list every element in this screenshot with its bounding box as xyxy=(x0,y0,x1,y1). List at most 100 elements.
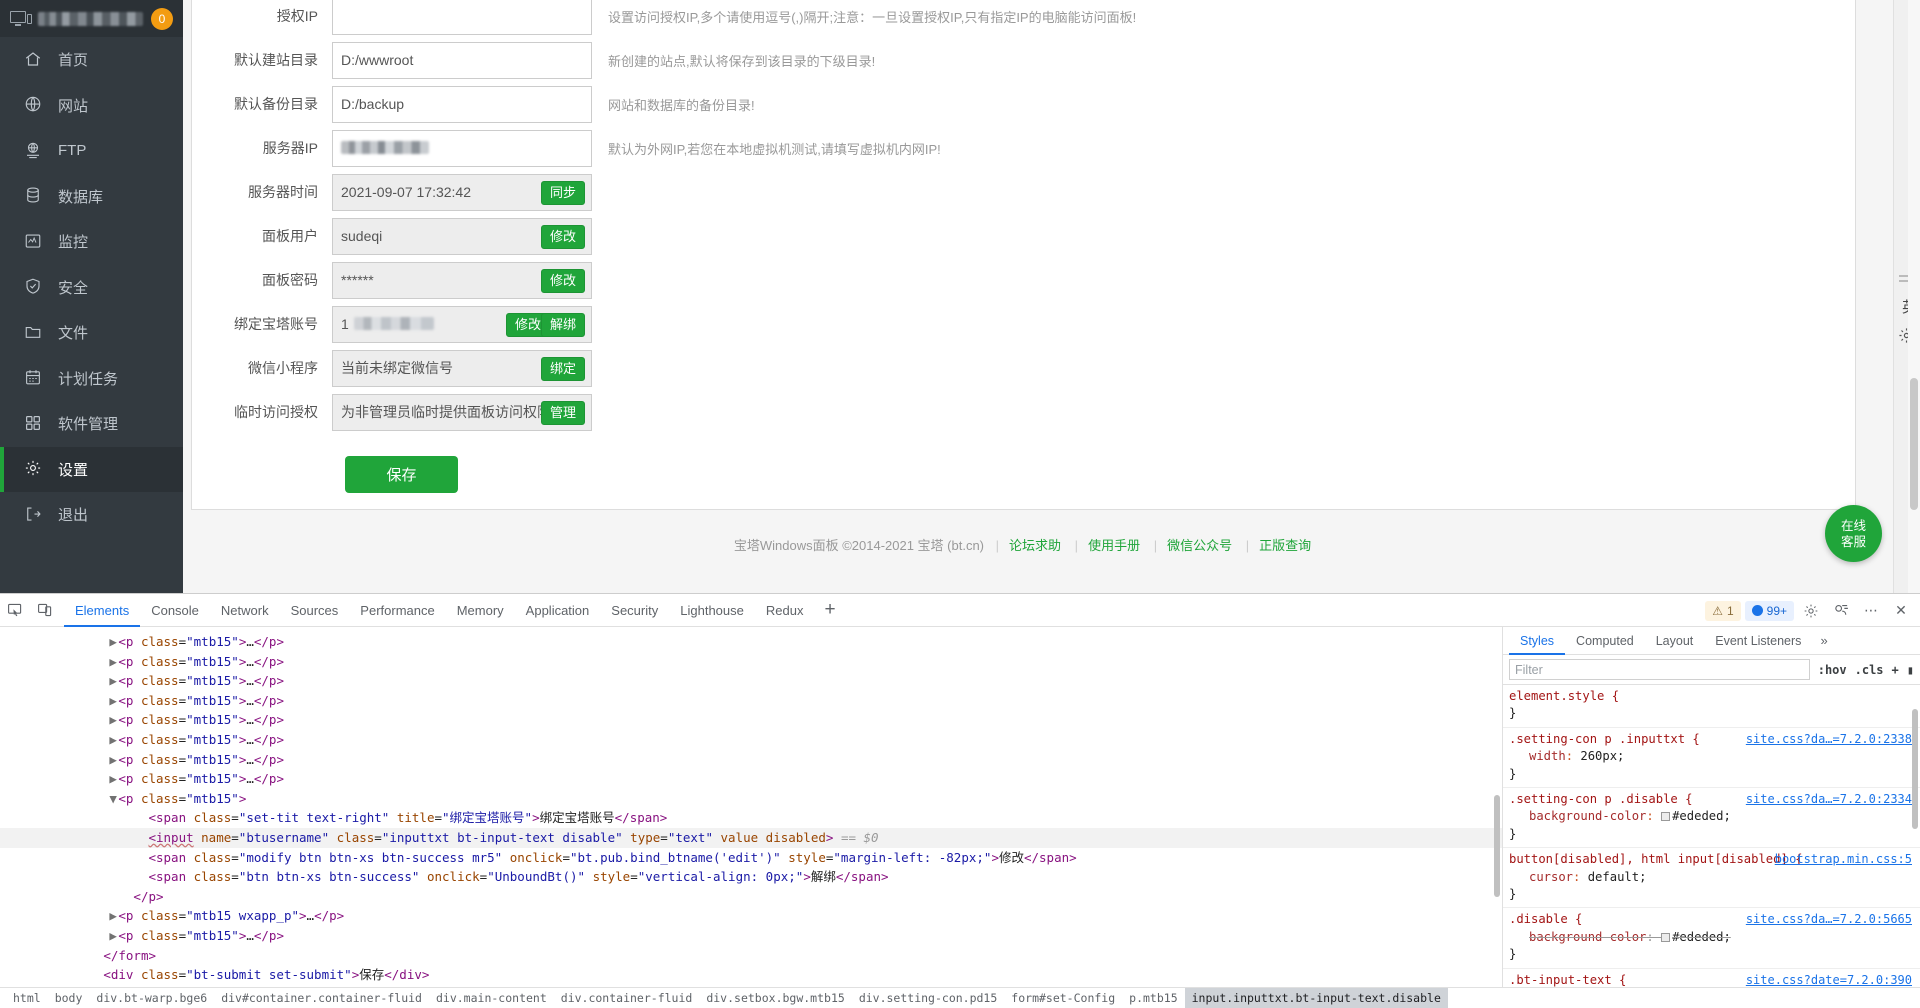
cls-button[interactable]: .cls xyxy=(1855,663,1884,677)
sidebar-item-5[interactable]: 监控 xyxy=(0,219,183,265)
devtools-tab-redux[interactable]: Redux xyxy=(755,594,815,627)
dom-node[interactable]: <span class="modify btn btn-xs btn-succe… xyxy=(0,848,1502,868)
field-button-解绑[interactable]: 解绑 xyxy=(540,312,585,337)
breadcrumb-item-5[interactable]: div.main-content xyxy=(429,988,554,1008)
dom-node[interactable]: ▶<p class="mtb15">…</p> xyxy=(0,671,1502,691)
field-button-管理[interactable]: 管理 xyxy=(540,400,585,425)
online-support-button[interactable]: 在线 客服 xyxy=(1825,505,1882,562)
dom-tree-scrollbar-thumb[interactable] xyxy=(1494,795,1500,897)
dom-tree[interactable]: ▶<p class="mtb15">…</p> ▶<p class="mtb15… xyxy=(0,627,1503,987)
devtools-tab-security[interactable]: Security xyxy=(600,594,669,627)
hov-button[interactable]: :hov xyxy=(1818,663,1847,677)
dom-node[interactable]: ▶<p class="mtb15">…</p> xyxy=(0,730,1502,750)
field-button-修改[interactable]: 修改 xyxy=(540,268,585,293)
dom-node[interactable]: ▶<p class="mtb15">…</p> xyxy=(0,691,1502,711)
style-property[interactable]: background-color: #ededed; xyxy=(1509,929,1914,946)
style-rule-6[interactable]: .bt-input-text {border: ▶ 1px solid #ccc… xyxy=(1503,969,1920,987)
field-button-绑定[interactable]: 绑定 xyxy=(540,356,585,381)
breadcrumb-item-4[interactable]: div#container.container-fluid xyxy=(214,988,429,1008)
sidebar-item-6[interactable]: 安全 xyxy=(0,265,183,311)
dom-node[interactable]: <span class="btn btn-xs btn-success" onc… xyxy=(0,867,1502,887)
sidebar-item-2[interactable]: 网站 xyxy=(0,83,183,129)
dom-node[interactable]: </p> xyxy=(0,887,1502,907)
dom-node[interactable]: ▶<p class="mtb15">…</p> xyxy=(0,769,1502,789)
close-devtools-icon[interactable]: ✕ xyxy=(1888,598,1914,624)
dom-node[interactable]: </form> xyxy=(0,946,1502,966)
devtools-tab-application[interactable]: Application xyxy=(515,594,601,627)
style-source-link[interactable]: bootstrap.min.css:5 xyxy=(1775,851,1912,868)
footer-link-license[interactable]: 正版查询 xyxy=(1259,538,1311,553)
breadcrumb-item-11[interactable]: input.inputtxt.bt-input-text.disable xyxy=(1184,987,1448,1008)
devtools-tab-lighthouse[interactable]: Lighthouse xyxy=(669,594,755,627)
styles-filter-input[interactable] xyxy=(1509,659,1810,680)
input-1[interactable] xyxy=(332,0,592,35)
style-property[interactable]: cursor: default; xyxy=(1509,869,1914,886)
styles-scrollbar[interactable] xyxy=(1910,685,1920,987)
dom-node[interactable]: ▶<p class="mtb15">…</p> xyxy=(0,652,1502,672)
dom-node[interactable]: <span class="set-tit text-right" title="… xyxy=(0,808,1502,828)
styles-tab-event-listeners[interactable]: Event Listeners xyxy=(1704,627,1812,655)
sidebar-item-4[interactable]: 数据库 xyxy=(0,174,183,220)
page-scrollbar-thumb[interactable] xyxy=(1910,378,1918,510)
dom-node[interactable]: ▶<p class="mtb15">…</p> xyxy=(0,750,1502,770)
dom-node[interactable]: <div class="bt-submit set-submit">保存</di… xyxy=(0,965,1502,985)
styles-rule-list[interactable]: element.style {} .setting-con p .inputtxt… xyxy=(1503,685,1920,987)
input-2[interactable] xyxy=(332,41,592,79)
styles-scrollbar-thumb[interactable] xyxy=(1912,709,1918,829)
toggle-sidebar-icon[interactable]: ▮ xyxy=(1907,663,1914,677)
footer-link-forum[interactable]: 论坛求助 xyxy=(1009,538,1061,553)
settings-gear-icon[interactable] xyxy=(1798,598,1824,624)
new-style-rule-button[interactable]: + xyxy=(1892,663,1899,677)
message-count-badge[interactable]: 99+ xyxy=(1744,600,1794,621)
add-panel-button[interactable]: + xyxy=(814,599,845,621)
devtools-tab-network[interactable]: Network xyxy=(210,594,280,627)
devtools-tab-performance[interactable]: Performance xyxy=(349,594,445,627)
dom-tree-scrollbar[interactable] xyxy=(1492,627,1502,987)
breadcrumb-item-7[interactable]: div.setbox.bgw.mtb15 xyxy=(699,988,851,1008)
style-rule-4[interactable]: button[disabled], html input[disabled] {… xyxy=(1503,848,1920,909)
dom-node[interactable]: ▶<p class="mtb15">…</p> xyxy=(0,926,1502,946)
sidebar-item-10[interactable]: 设置 xyxy=(0,446,183,492)
breadcrumb-item-6[interactable]: div.container-fluid xyxy=(554,988,700,1008)
warning-count-badge[interactable]: ⚠ 1 xyxy=(1705,600,1741,621)
dom-node[interactable]: ▶<p class="mtb15">…</p> xyxy=(0,632,1502,652)
sidebar-item-7[interactable]: 文件 xyxy=(0,310,183,356)
dom-node-selected[interactable]: <input name="btusername" class="inputtxt… xyxy=(0,827,1502,848)
customize-icon[interactable] xyxy=(1828,598,1854,624)
styles-tab-computed[interactable]: Computed xyxy=(1565,627,1645,655)
footer-link-wechat[interactable]: 微信公众号 xyxy=(1167,538,1232,553)
breadcrumb-item-2[interactable]: body xyxy=(48,988,90,1008)
breadcrumb-item-8[interactable]: div.setting-con.pd15 xyxy=(852,988,1004,1008)
sidebar-item-11[interactable]: 退出 xyxy=(0,492,183,538)
more-options-icon[interactable]: ⋯ xyxy=(1858,598,1884,624)
field-button-同步[interactable]: 同步 xyxy=(540,180,585,205)
sidebar-item-8[interactable]: 计划任务 xyxy=(0,356,183,402)
style-source-link[interactable]: site.css?da…=7.2.0:2338 xyxy=(1746,731,1912,748)
breadcrumb-item-10[interactable]: p.mtb15 xyxy=(1122,988,1184,1008)
footer-link-manual[interactable]: 使用手册 xyxy=(1088,538,1140,553)
devtools-tab-elements[interactable]: Elements xyxy=(64,594,140,627)
breadcrumb-item-3[interactable]: div.bt-warp.bge6 xyxy=(89,988,214,1008)
style-rule-5[interactable]: .disable {background-color: #ededed;} sit… xyxy=(1503,908,1920,969)
style-rule-2[interactable]: .setting-con p .inputtxt {width: 260px;}… xyxy=(1503,728,1920,789)
device-toolbar-icon[interactable] xyxy=(30,594,60,627)
dom-node[interactable]: ▼<p class="mtb15"> xyxy=(0,789,1502,809)
breadcrumb-item-1[interactable]: html xyxy=(6,988,48,1008)
inspect-element-icon[interactable] xyxy=(0,594,30,627)
sidebar-item-3[interactable]: FTP xyxy=(0,128,183,174)
devtools-tab-sources[interactable]: Sources xyxy=(280,594,350,627)
style-rule-1[interactable]: element.style {} xyxy=(1503,685,1920,728)
field-button-修改[interactable]: 修改 xyxy=(540,224,585,249)
style-rule-3[interactable]: .setting-con p .disable {background-colo… xyxy=(1503,788,1920,849)
sidebar-item-1[interactable]: 首页 xyxy=(0,37,183,83)
styles-tab-styles[interactable]: Styles xyxy=(1509,627,1565,655)
sidebar-item-9[interactable]: 软件管理 xyxy=(0,401,183,447)
color-swatch[interactable] xyxy=(1661,812,1671,822)
page-scrollbar[interactable] xyxy=(1908,0,1920,593)
dom-node[interactable]: ▶<p class="mtb15">…</p> xyxy=(0,710,1502,730)
style-selector[interactable]: element.style { xyxy=(1509,688,1914,705)
style-source-link[interactable]: site.css?da…=7.2.0:2334 xyxy=(1746,791,1912,808)
devtools-tab-memory[interactable]: Memory xyxy=(446,594,515,627)
notification-badge[interactable]: 0 xyxy=(151,7,173,30)
styles-more-tabs-icon[interactable]: » xyxy=(1812,633,1835,648)
